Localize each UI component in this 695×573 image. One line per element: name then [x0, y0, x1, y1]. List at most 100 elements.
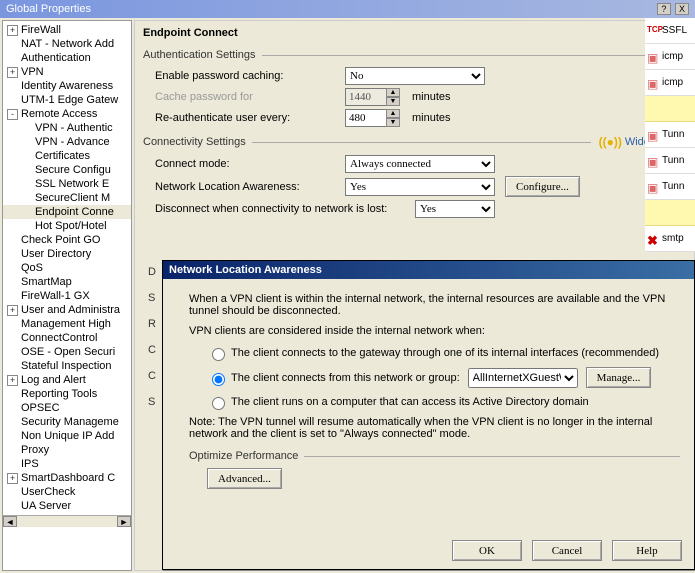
rule-cell: ▣Tunn [645, 174, 695, 200]
wide-impact-icon: ((●)) [599, 135, 622, 149]
tree-item-label: FireWall [21, 24, 61, 36]
expand-icon[interactable]: + [7, 375, 18, 386]
tree-item[interactable]: VPN - Advance [3, 135, 131, 149]
tree-item[interactable]: +VPN [3, 65, 131, 79]
expand-icon[interactable]: - [7, 109, 18, 120]
tree-item[interactable]: Hot Spot/Hotel [3, 219, 131, 233]
tree-item[interactable]: UA Server [3, 499, 131, 513]
tree-item[interactable]: Certificates [3, 149, 131, 163]
tree-item[interactable]: Authentication [3, 51, 131, 65]
rule-cell [645, 96, 695, 122]
tree-item[interactable]: User Directory [3, 247, 131, 261]
rule-label: Tunn [662, 155, 684, 166]
obscured-labels: D S R C C S [142, 262, 162, 570]
tree-item[interactable]: -Remote Access [3, 107, 131, 121]
tree-item[interactable]: Management High [3, 317, 131, 331]
tree-item[interactable]: UTM-1 Edge Gatew [3, 93, 131, 107]
tree-item[interactable]: VPN - Authentic [3, 121, 131, 135]
tree-item[interactable]: SSL Network E [3, 177, 131, 191]
tree-item-label: Remote Access [21, 108, 97, 120]
advanced-button[interactable]: Advanced... [207, 468, 282, 489]
tree-item[interactable]: +User and Administra [3, 303, 131, 317]
tree-item[interactable]: Non Unique IP Add [3, 429, 131, 443]
manage-button[interactable]: Manage... [586, 367, 652, 388]
reauth-input[interactable] [345, 109, 387, 127]
tree-item-label: QoS [21, 262, 43, 274]
tree-item[interactable]: Endpoint Conne [3, 205, 131, 219]
connectivity-group: Connectivity Settings ((●)) Wide Impact [143, 135, 686, 149]
tree-hscroll[interactable]: ◄ ► [3, 515, 131, 527]
rule-cell: ✖smtp [645, 226, 695, 252]
tree-item-label: SSL Network E [35, 178, 109, 190]
help-button[interactable]: Help [612, 540, 682, 561]
rule-cell: ▣icmp [645, 70, 695, 96]
reauth-unit: minutes [412, 112, 451, 124]
opt-ad-domain-radio[interactable] [212, 397, 225, 410]
tree-item[interactable]: NAT - Network Add [3, 37, 131, 51]
tree-item[interactable]: OPSEC [3, 401, 131, 415]
tree-item[interactable]: OSE - Open Securi [3, 345, 131, 359]
help-icon[interactable]: ? [657, 3, 671, 15]
x-icon: ✖ [647, 233, 659, 245]
scroll-right-icon[interactable]: ► [117, 516, 131, 527]
dialog-intro: When a VPN client is within the internal… [189, 293, 680, 317]
tree-item[interactable]: Secure Configu [3, 163, 131, 177]
tree-item-label: VPN [21, 66, 44, 78]
nla-select[interactable]: Yes [345, 178, 495, 196]
tree-item-label: FireWall-1 GX [21, 290, 90, 302]
cancel-button[interactable]: Cancel [532, 540, 602, 561]
optimize-group: Optimize Performance [189, 450, 680, 462]
tree-item[interactable]: Stateful Inspection [3, 359, 131, 373]
expand-icon[interactable]: + [7, 67, 18, 78]
dialog-title: Network Location Awareness [163, 261, 694, 279]
tree-item[interactable]: FireWall-1 GX [3, 289, 131, 303]
network-group-select[interactable]: AllInternetXGuestW [468, 368, 578, 388]
expand-icon[interactable]: + [7, 473, 18, 484]
opt-internal-interfaces-radio[interactable] [212, 348, 225, 361]
tree-item[interactable]: Security Manageme [3, 415, 131, 429]
connect-mode-select[interactable]: Always connected [345, 155, 495, 173]
scroll-left-icon[interactable]: ◄ [3, 516, 17, 527]
tree-item[interactable]: Check Point GO [3, 233, 131, 247]
nav-tree[interactable]: +FireWallNAT - Network AddAuthentication… [2, 20, 132, 571]
close-icon[interactable]: X [675, 3, 689, 15]
enable-caching-select[interactable]: No [345, 67, 485, 85]
tree-item-label: Check Point GO [21, 234, 100, 246]
service-icon: ▣ [647, 181, 659, 193]
tree-item-label: OSE - Open Securi [21, 346, 115, 358]
tree-item[interactable]: +SmartDashboard C [3, 471, 131, 485]
tree-item[interactable]: SecureClient M [3, 191, 131, 205]
page-title: Endpoint Connect [143, 27, 686, 39]
tree-item[interactable]: Identity Awareness [3, 79, 131, 93]
reauth-spinner[interactable]: ▲▼ [386, 109, 400, 127]
tree-item[interactable]: UserCheck [3, 485, 131, 499]
tree-item-label: SecureClient M [35, 192, 110, 204]
configure-button[interactable]: Configure... [505, 176, 580, 197]
tree-item[interactable]: QoS [3, 261, 131, 275]
tree-item-label: UA Server [21, 500, 71, 512]
ok-button[interactable]: OK [452, 540, 522, 561]
tree-item-label: Reporting Tools [21, 388, 97, 400]
rule-cell: ▣icmp [645, 44, 695, 70]
tree-item-label: UTM-1 Edge Gatew [21, 94, 118, 106]
tree-item[interactable]: Proxy [3, 443, 131, 457]
tree-item-label: Authentication [21, 52, 91, 64]
tree-item[interactable]: SmartMap [3, 275, 131, 289]
opt-network-group-radio[interactable] [212, 373, 225, 386]
nla-label: Network Location Awareness: [155, 181, 345, 193]
tree-item[interactable]: +FireWall [3, 23, 131, 37]
nla-dialog: Network Location Awareness When a VPN cl… [162, 260, 695, 570]
tree-item[interactable]: ConnectControl [3, 331, 131, 345]
expand-icon[interactable]: + [7, 25, 18, 36]
disconnect-select[interactable]: Yes [415, 200, 495, 218]
reauth-label: Re-authenticate user every: [155, 112, 345, 124]
service-icon: ▣ [647, 51, 659, 63]
tree-item[interactable]: Reporting Tools [3, 387, 131, 401]
tree-item-label: User and Administra [21, 304, 120, 316]
tree-item[interactable]: IPS [3, 457, 131, 471]
expand-icon[interactable]: + [7, 305, 18, 316]
rule-cell: ▣Tunn [645, 122, 695, 148]
tree-item[interactable]: +Log and Alert [3, 373, 131, 387]
cache-for-unit: minutes [412, 91, 451, 103]
tree-item-label: Certificates [35, 150, 90, 162]
